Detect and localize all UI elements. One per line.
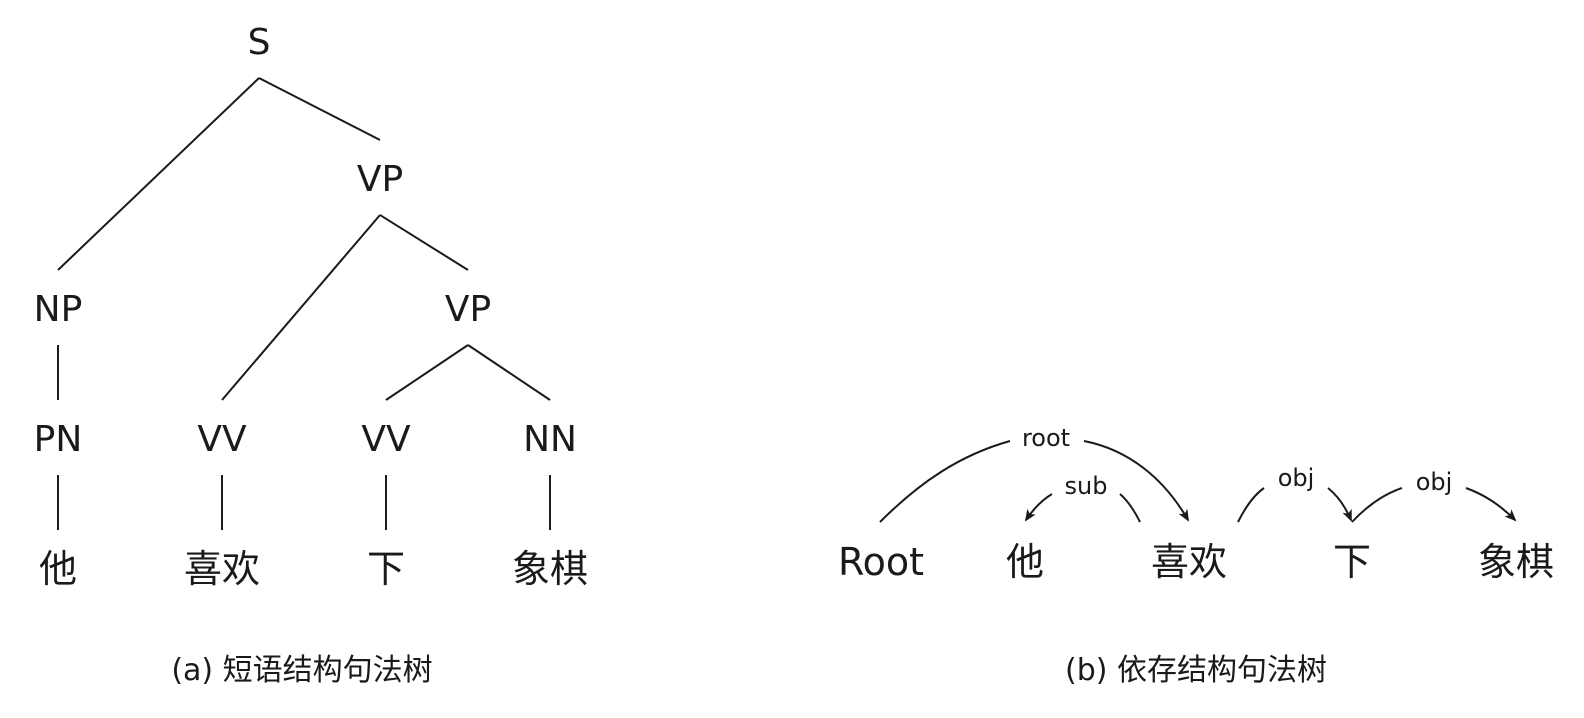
edge-vp-nn: [467, 344, 551, 401]
arc-obj1-right: [1327, 487, 1352, 522]
node-np: NP: [34, 289, 83, 330]
node-nn: NN: [523, 419, 577, 460]
phrase-structure-tree: S VP NP VP PN VV VV NN 他 喜欢 下 象棋 (a) 短语结…: [34, 22, 588, 688]
caption-a: (a) 短语结构句法树: [171, 653, 432, 688]
node-vv2: VV: [361, 419, 411, 460]
edge-s-vp: [258, 77, 381, 141]
token-xiangqi: 象棋: [1478, 540, 1554, 584]
arc-label-obj2: obj: [1416, 468, 1453, 496]
arc-sub-right: [1119, 493, 1141, 523]
edge-vp-vv2: [385, 344, 469, 401]
caption-b: (b) 依存结构句法树: [1065, 653, 1327, 688]
node-s: S: [248, 22, 271, 63]
edge-s-np: [57, 77, 260, 271]
edge-vp-vv1: [221, 214, 381, 401]
token-xihuan: 喜欢: [1151, 540, 1227, 584]
word-xiangqi: 象棋: [512, 547, 588, 591]
word-xia: 下: [367, 547, 405, 591]
figure-canvas: S VP NP VP PN VV VV NN 他 喜欢 下 象棋 (a) 短语结…: [34, 22, 1554, 688]
arc-sub-left: [1024, 493, 1053, 522]
word-xihuan: 喜欢: [184, 547, 260, 591]
arc-obj2-left: [1351, 487, 1403, 523]
node-pn: PN: [34, 419, 83, 460]
token-xia: 下: [1333, 540, 1371, 584]
node-vp-top: VP: [357, 159, 403, 200]
dependency-tree: Root 他 喜欢 下 象棋 root sub obj obj (b) 依存结构…: [838, 424, 1554, 688]
syntax-trees-figure: S VP NP VP PN VV VV NN 他 喜欢 下 象棋 (a) 短语结…: [0, 0, 1584, 718]
token-root: Root: [838, 540, 924, 584]
arc-obj2-right: [1465, 487, 1517, 522]
arc-label-root: root: [1022, 424, 1070, 452]
token-ta: 他: [1006, 540, 1044, 584]
word-ta: 他: [39, 547, 77, 591]
node-vp-inner: VP: [445, 289, 491, 330]
node-vv1: VV: [197, 419, 247, 460]
arc-obj1-left: [1237, 487, 1265, 523]
arc-label-sub: sub: [1065, 472, 1108, 500]
edge-vp-vp: [379, 214, 469, 271]
arc-root-left: [879, 440, 1011, 523]
arc-label-obj1: obj: [1278, 464, 1315, 492]
